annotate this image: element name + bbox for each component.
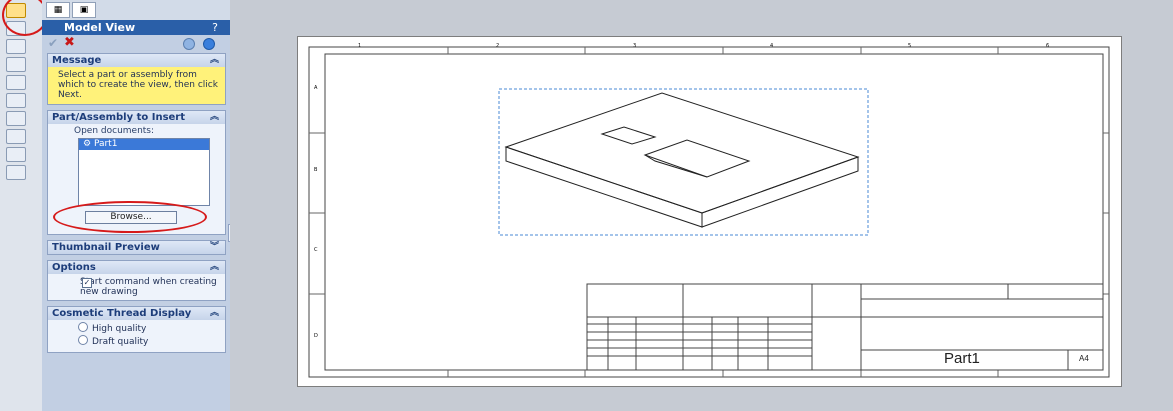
options-group-header[interactable]: Options ︽ xyxy=(48,261,225,274)
message-group: Message ︽ Select a part or assembly from… xyxy=(47,53,226,105)
sheet-border-svg xyxy=(308,46,1110,378)
zone-col-4: 4 xyxy=(770,43,774,49)
zone-row-b: B xyxy=(314,167,318,173)
standard-3-view-tool-icon[interactable] xyxy=(6,93,26,108)
collapse-chevron-icon[interactable]: ︽ xyxy=(210,54,219,67)
collapse-chevron-icon[interactable]: ︽ xyxy=(210,261,219,274)
options-group: Options ︽ ✓ Start command when creating … xyxy=(47,260,226,301)
break-tool-icon[interactable] xyxy=(6,129,26,144)
zone-row-d: D xyxy=(314,333,318,339)
thumbnail-preview-group: Thumbnail Preview ︾ xyxy=(47,240,226,255)
draft-quality-option[interactable]: Draft quality xyxy=(78,335,225,348)
help-icon[interactable]: ? xyxy=(212,21,218,34)
auxiliary-view-tool-icon[interactable] xyxy=(6,39,26,54)
cosmetic-thread-group: Cosmetic Thread Display ︽ High quality D… xyxy=(47,306,226,353)
list-item[interactable]: ⚙ Part1 xyxy=(79,139,209,150)
options-group-title: Options xyxy=(52,262,96,273)
broken-out-section-tool-icon[interactable] xyxy=(6,111,26,126)
zone-row-labels-left: A B C D xyxy=(314,85,320,345)
message-group-header[interactable]: Message ︽ xyxy=(48,54,225,67)
open-documents-list[interactable]: ⚙ Part1 xyxy=(78,138,210,206)
expand-chevron-icon[interactable]: ︾ xyxy=(210,241,219,254)
pm-title: Model View xyxy=(64,21,136,34)
property-manager-header: Model View ? xyxy=(42,20,230,35)
part-icon: ⚙ xyxy=(83,139,94,149)
zone-col-5: 5 xyxy=(908,43,912,49)
collapse-chevron-icon[interactable]: ︽ xyxy=(210,111,219,124)
part-assembly-body: Open documents: ⚙ Part1 Browse... xyxy=(48,124,225,234)
pm-actions: ✔ ✖ xyxy=(42,35,230,53)
left-command-toolbar xyxy=(0,0,48,411)
highlight-ellipse-browse xyxy=(53,201,207,233)
draft-quality-radio[interactable] xyxy=(78,335,88,345)
ok-checkmark-icon[interactable]: ✔ xyxy=(48,36,58,50)
panel-tabs: ▦ ▣ xyxy=(42,0,230,20)
high-quality-radio[interactable] xyxy=(78,322,88,332)
high-quality-label: High quality xyxy=(92,324,147,334)
title-block-drawing-name: Part1 xyxy=(944,350,980,367)
start-command-checkbox[interactable]: ✓ xyxy=(82,278,92,288)
thumbnail-preview-title: Thumbnail Preview xyxy=(52,242,160,253)
detail-view-tool-icon[interactable] xyxy=(6,75,26,90)
alternate-position-tool-icon[interactable] xyxy=(6,165,26,180)
part-assembly-group-header[interactable]: Part/Assembly to Insert ︽ xyxy=(48,111,225,124)
message-group-title: Message xyxy=(52,55,102,66)
thumbnail-preview-header[interactable]: Thumbnail Preview ︾ xyxy=(48,241,225,254)
browse-wrapper: Browse... xyxy=(48,201,225,233)
drawing-sheet[interactable]: 1 2 3 4 5 6 A B C D Part1 A4 xyxy=(297,36,1122,387)
zone-row-c: C xyxy=(314,247,318,253)
message-text: Select a part or assembly from which to … xyxy=(48,67,225,104)
start-command-label: Start command when creating new drawing xyxy=(80,277,217,297)
zone-col-1: 1 xyxy=(358,43,362,49)
high-quality-option[interactable]: High quality xyxy=(78,322,225,335)
zone-col-3: 3 xyxy=(633,43,637,49)
zone-col-2: 2 xyxy=(496,43,500,49)
zone-row-a: A xyxy=(314,85,318,91)
property-manager-panel: ▦ ▣ Model View ? ✔ ✖ Message ︽ Select a … xyxy=(42,0,231,411)
part-assembly-group-title: Part/Assembly to Insert xyxy=(52,112,186,123)
back-arrow-icon[interactable] xyxy=(183,38,195,50)
next-arrow-icon[interactable] xyxy=(203,38,215,50)
cosmetic-thread-title: Cosmetic Thread Display xyxy=(52,308,192,319)
open-documents-label: Open documents: xyxy=(74,126,155,136)
part-assembly-group: Part/Assembly to Insert ︽ Open documents… xyxy=(47,110,226,235)
title-block-sheet-size: A4 xyxy=(1079,354,1089,363)
cosmetic-thread-header[interactable]: Cosmetic Thread Display ︽ xyxy=(48,307,225,320)
draft-quality-label: Draft quality xyxy=(92,337,149,347)
property-manager-tab-icon[interactable]: ▣ xyxy=(72,2,96,18)
crop-view-tool-icon[interactable] xyxy=(6,147,26,162)
collapse-chevron-icon[interactable]: ︽ xyxy=(210,307,219,320)
options-body: ✓ Start command when creating new drawin… xyxy=(48,274,225,300)
feature-manager-tab-icon[interactable]: ▦ xyxy=(46,2,70,18)
cosmetic-thread-body: High quality Draft quality xyxy=(48,320,225,352)
document-name: Part1 xyxy=(93,139,118,149)
drawing-canvas[interactable]: 1 2 3 4 5 6 A B C D Part1 A4 xyxy=(230,0,1173,411)
zone-col-6: 6 xyxy=(1046,43,1050,49)
section-view-tool-icon[interactable] xyxy=(6,57,26,72)
cancel-x-icon[interactable]: ✖ xyxy=(64,35,75,50)
zone-column-labels-top: 1 2 3 4 5 6 xyxy=(358,43,1118,51)
